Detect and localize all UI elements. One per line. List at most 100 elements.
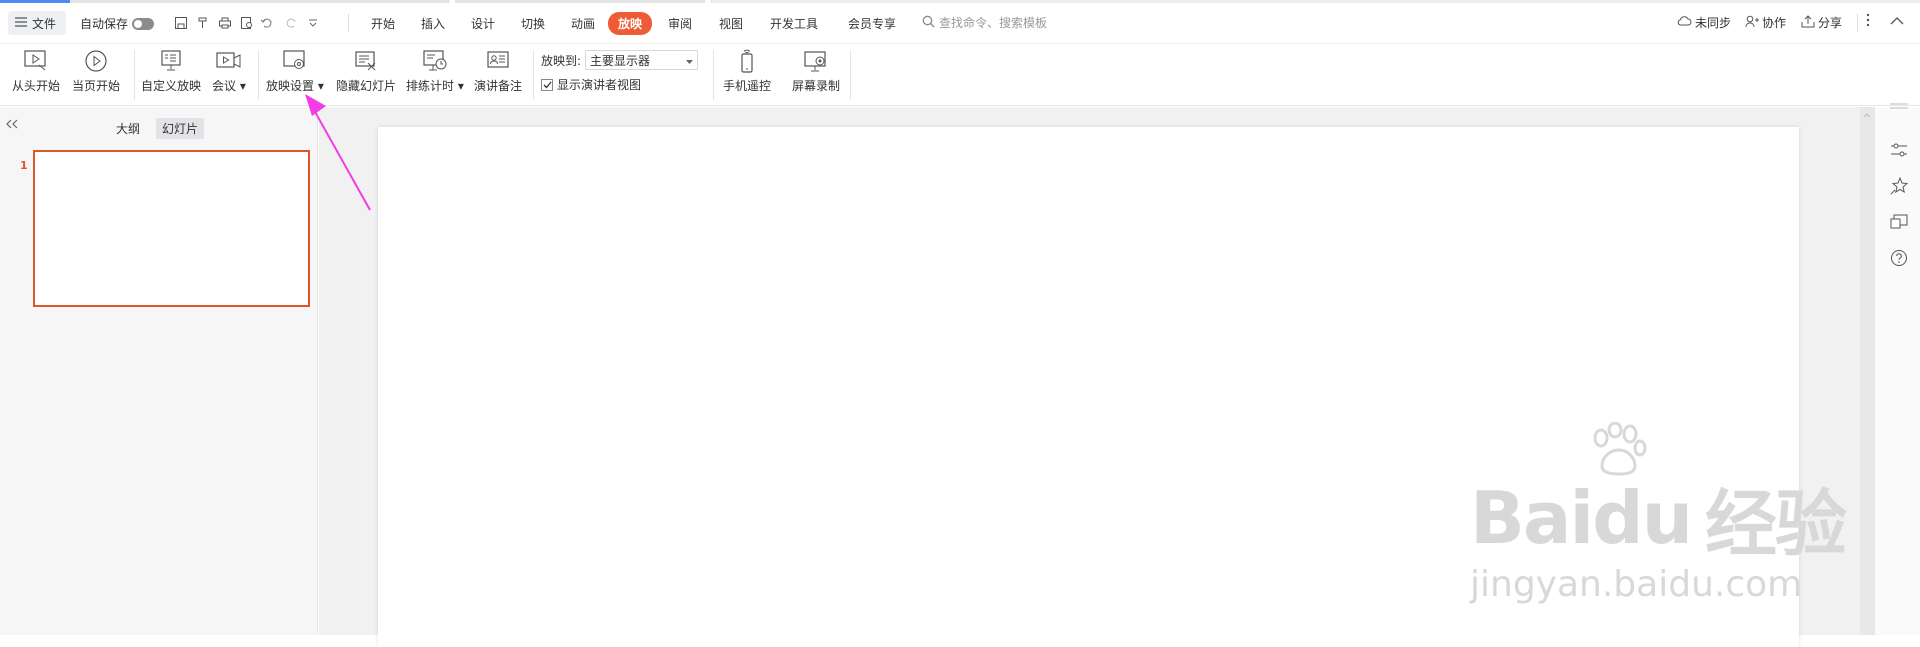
- slide-number: 1: [20, 159, 28, 172]
- presenter-view-checkbox[interactable]: 显示演讲者视图: [541, 76, 641, 93]
- ribbon-divider: [850, 50, 851, 100]
- cloud-icon: [1676, 15, 1692, 30]
- monitor-select[interactable]: 主要显示器: [585, 50, 699, 70]
- play-from-start-icon: [23, 48, 49, 74]
- right-sidebar: [1874, 103, 1920, 635]
- sync-status[interactable]: 未同步: [1676, 14, 1731, 31]
- undo-icon[interactable]: [258, 12, 280, 34]
- top-menu-bar: 文件 自动保存 开始 插入 设计 切换 动画 放映 审阅 视图 开发工具 会员专…: [0, 0, 1920, 44]
- panel-tabs: 大纲 幻灯片: [110, 118, 205, 139]
- divider: [1857, 14, 1858, 32]
- share-button[interactable]: 分享: [1801, 14, 1842, 31]
- speaker-notes-icon: [485, 48, 511, 74]
- help-icon[interactable]: [1890, 249, 1908, 267]
- play-circle-icon: [83, 48, 109, 74]
- presenter-view-label: 显示演讲者视图: [557, 78, 642, 92]
- settings-screen-icon: [282, 48, 308, 74]
- dropdown-arrow-icon: [686, 53, 694, 67]
- tab-developer[interactable]: 开发工具: [754, 12, 834, 35]
- chevron-up-icon: [1890, 14, 1904, 28]
- save-icon[interactable]: [170, 12, 192, 34]
- speaker-notes-button[interactable]: 演讲备注: [474, 48, 522, 94]
- from-current-button[interactable]: 当页开始: [72, 48, 120, 94]
- timer-icon: [422, 48, 448, 74]
- autosave-toggle[interactable]: 自动保存: [80, 15, 155, 32]
- tab-design[interactable]: 设计: [458, 12, 508, 35]
- tab-slides[interactable]: 幻灯片: [156, 118, 205, 139]
- checkbox-checked-icon[interactable]: [541, 78, 553, 91]
- from-start-button[interactable]: 从头开始: [12, 48, 60, 94]
- search-placeholder: 查找命令、搜索模板: [939, 16, 1048, 30]
- custom-show-button[interactable]: 自定义放映: [141, 48, 201, 94]
- baidu-jingyan-watermark: Bai du 经验 jingyan.baidu.com: [1470, 422, 1847, 605]
- watermark-url: jingyan.baidu.com: [1470, 564, 1803, 605]
- speaker-notes-label: 演讲备注: [474, 79, 523, 93]
- command-search[interactable]: 查找命令、搜索模板: [922, 14, 1047, 31]
- meeting-button[interactable]: 会议 ▾: [212, 48, 246, 94]
- meeting-label: 会议 ▾: [212, 79, 246, 93]
- slide-transition-icon[interactable]: [1890, 213, 1908, 231]
- rehearse-timing-button[interactable]: 排练计时 ▾: [406, 48, 464, 94]
- more-menu-button[interactable]: [1866, 13, 1870, 30]
- file-menu-button[interactable]: 文件: [8, 11, 66, 35]
- phone-remote-button[interactable]: 手机遥控: [723, 48, 771, 94]
- screen-record-button[interactable]: 屏幕录制: [792, 48, 840, 94]
- tab-transitions[interactable]: 切换: [508, 12, 558, 35]
- vertical-scrollbar[interactable]: [1860, 107, 1874, 635]
- print-preview-icon[interactable]: [236, 12, 258, 34]
- monitor-select-value: 主要显示器: [590, 53, 651, 68]
- window-tab-indicator: [0, 0, 70, 3]
- redo-icon[interactable]: [280, 12, 302, 34]
- print-icon[interactable]: [214, 12, 236, 34]
- hide-slide-button[interactable]: 隐藏幻灯片: [336, 48, 396, 94]
- tab-review[interactable]: 审阅: [652, 12, 708, 35]
- window-tab-strip: [455, 0, 705, 3]
- ribbon-divider: [134, 50, 135, 100]
- window-tab-strip: [70, 0, 450, 3]
- collapse-ribbon-button[interactable]: [1890, 14, 1904, 28]
- tab-outline[interactable]: 大纲: [110, 118, 146, 139]
- search-icon: [922, 15, 935, 31]
- animation-star-icon[interactable]: [1890, 177, 1908, 195]
- show-settings-button[interactable]: 放映设置 ▾: [266, 48, 324, 94]
- meeting-video-icon: [216, 48, 242, 74]
- slideshow-ribbon: 从头开始 当页开始 自定义放映 会议 ▾ 放映设置 ▾ 隐藏幻灯片 排练计时 ▾…: [0, 44, 1920, 106]
- sync-label: 未同步: [1695, 16, 1732, 30]
- tab-home[interactable]: 开始: [358, 12, 408, 35]
- tab-animations[interactable]: 动画: [558, 12, 608, 35]
- toggle-switch[interactable]: [132, 17, 155, 30]
- share-label: 分享: [1818, 16, 1843, 30]
- sidebar-grip-icon: [1890, 97, 1908, 115]
- collaborate-button[interactable]: 协作: [1745, 14, 1786, 31]
- custom-show-label: 自定义放映: [141, 79, 202, 93]
- scroll-up-icon[interactable]: [1860, 109, 1874, 123]
- tab-member[interactable]: 会员专享: [834, 12, 910, 35]
- collapse-panel-icon[interactable]: [6, 117, 18, 133]
- collaborate-label: 协作: [1762, 16, 1787, 30]
- customize-toolbar-icon[interactable]: [302, 12, 324, 34]
- annotation-arrow: [305, 94, 371, 211]
- baidu-paw-icon: [1593, 422, 1647, 476]
- format-painter-icon[interactable]: [192, 12, 214, 34]
- tab-view[interactable]: 视图: [708, 12, 754, 35]
- screen-record-label: 屏幕录制: [792, 79, 841, 93]
- play-to-label: 放映到:: [541, 53, 582, 68]
- tab-insert[interactable]: 插入: [408, 12, 458, 35]
- screen-record-icon: [803, 48, 829, 74]
- phone-icon: [734, 48, 760, 74]
- from-current-label: 当页开始: [72, 79, 121, 93]
- play-to-selector: 放映到: 主要显示器: [541, 50, 699, 70]
- phone-remote-label: 手机遥控: [723, 79, 772, 93]
- hamburger-icon: [15, 16, 27, 30]
- tab-slideshow[interactable]: 放映: [608, 12, 652, 35]
- file-menu-label: 文件: [32, 16, 57, 31]
- hide-slide-icon: [353, 48, 379, 74]
- ribbon-tabs: 开始 插入 设计 切换 动画 放映 审阅 视图 开发工具 会员专享: [358, 12, 910, 35]
- properties-sliders-icon[interactable]: [1890, 141, 1908, 159]
- user-plus-icon: [1745, 15, 1759, 31]
- ribbon-divider: [258, 50, 259, 100]
- autosave-label: 自动保存: [80, 17, 129, 31]
- divider: [348, 14, 349, 32]
- slide-thumbnail[interactable]: [33, 150, 310, 307]
- from-start-label: 从头开始: [12, 79, 61, 93]
